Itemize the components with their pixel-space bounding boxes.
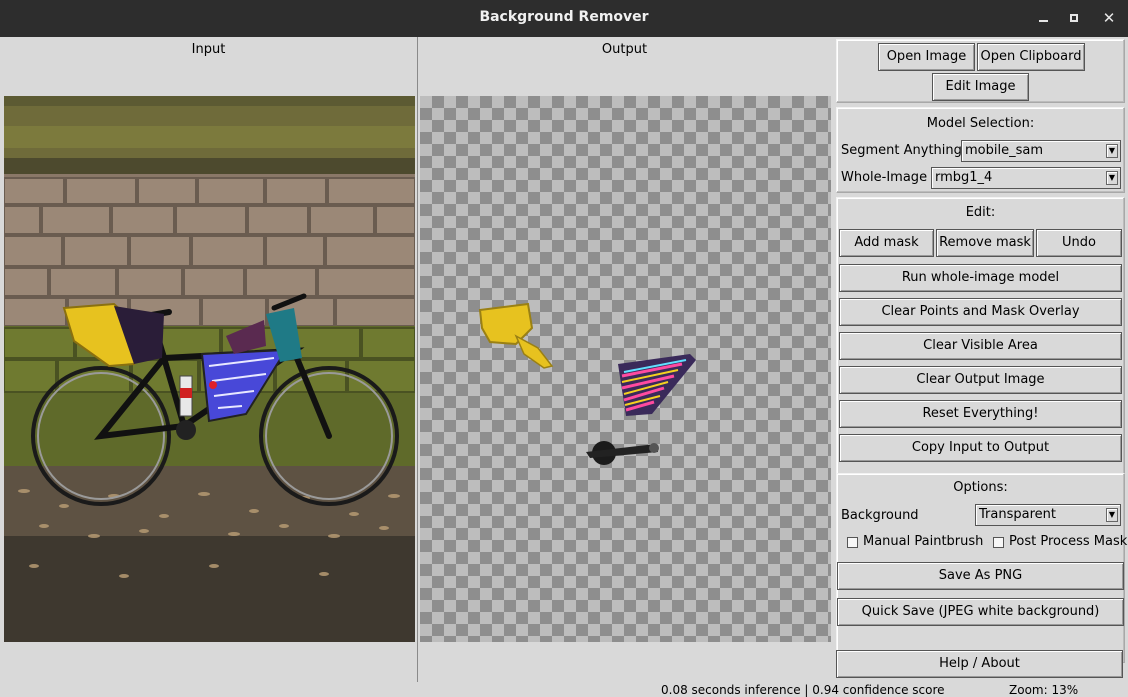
background-value: Transparent bbox=[979, 507, 1056, 522]
background-label: Background bbox=[841, 508, 919, 523]
options-group: Options: Background Transparent ▼ Manual… bbox=[836, 473, 1128, 663]
open-image-button[interactable]: Open Image bbox=[878, 43, 975, 71]
clear-visible-area-button[interactable]: Clear Visible Area bbox=[839, 332, 1122, 360]
undo-button[interactable]: Undo bbox=[1036, 229, 1122, 257]
input-photo bbox=[4, 96, 415, 642]
control-panel: Open Image Open Clipboard Edit Image Mod… bbox=[834, 37, 1128, 682]
whole-image-label: Whole-Image bbox=[841, 170, 928, 185]
segment-anything-label: Segment Anything bbox=[841, 143, 962, 158]
point-marker bbox=[209, 381, 217, 389]
inference-status: 0.08 seconds inference | 0.94 confidence… bbox=[661, 683, 945, 697]
model-selection-group: Model Selection: Segment Anything mobile… bbox=[836, 107, 1125, 193]
post-process-mask-checkbox[interactable] bbox=[993, 537, 1004, 548]
close-button[interactable]: ✕ bbox=[1099, 8, 1119, 28]
edit-heading: Edit: bbox=[965, 205, 996, 220]
add-mask-button[interactable]: Add mask bbox=[839, 229, 934, 257]
open-clipboard-button[interactable]: Open Clipboard bbox=[977, 43, 1085, 71]
copy-input-to-output-button[interactable]: Copy Input to Output bbox=[839, 434, 1122, 462]
edit-image-button[interactable]: Edit Image bbox=[932, 73, 1029, 101]
manual-paintbrush-checkbox[interactable] bbox=[847, 537, 858, 548]
reset-everything-button[interactable]: Reset Everything! bbox=[839, 400, 1122, 428]
close-icon: ✕ bbox=[1102, 9, 1116, 27]
manual-paintbrush-label: Manual Paintbrush bbox=[863, 534, 984, 549]
segment-anything-value: mobile_sam bbox=[965, 143, 1043, 158]
output-label: Output bbox=[601, 42, 648, 57]
save-as-png-button[interactable]: Save As PNG bbox=[837, 562, 1124, 590]
app-body: Input Output Open Image Open Clipboard E… bbox=[0, 37, 1128, 697]
zoom-level: Zoom: 13% bbox=[1009, 683, 1079, 697]
options-heading: Options: bbox=[953, 480, 1008, 495]
chevron-down-icon: ▼ bbox=[1106, 144, 1118, 158]
help-about-button[interactable]: Help / About bbox=[836, 650, 1123, 678]
minimize-icon bbox=[1039, 20, 1048, 22]
input-pane: Input bbox=[2, 37, 415, 682]
output-pane: Output bbox=[417, 37, 831, 682]
input-image-canvas[interactable] bbox=[4, 96, 415, 642]
chevron-down-icon: ▼ bbox=[1106, 508, 1118, 522]
minimize-button[interactable] bbox=[1034, 8, 1054, 28]
maximize-button[interactable] bbox=[1064, 8, 1084, 28]
chevron-down-icon: ▼ bbox=[1106, 171, 1118, 185]
title-bar: Background Remover ✕ bbox=[0, 0, 1128, 37]
window-title: Background Remover bbox=[479, 9, 649, 25]
whole-image-value: rmbg1_4 bbox=[935, 170, 993, 185]
clear-points-button[interactable]: Clear Points and Mask Overlay bbox=[839, 298, 1122, 326]
segment-anything-select[interactable]: mobile_sam ▼ bbox=[961, 140, 1121, 162]
output-image-canvas[interactable] bbox=[420, 96, 831, 642]
whole-image-select[interactable]: rmbg1_4 ▼ bbox=[931, 167, 1121, 189]
quick-save-button[interactable]: Quick Save (JPEG white background) bbox=[837, 598, 1124, 626]
output-cutout bbox=[478, 302, 696, 465]
maximize-icon bbox=[1070, 14, 1078, 22]
input-label: Input bbox=[191, 42, 226, 57]
background-select[interactable]: Transparent ▼ bbox=[975, 504, 1121, 526]
run-whole-image-button[interactable]: Run whole-image model bbox=[839, 264, 1122, 292]
remove-mask-button[interactable]: Remove mask bbox=[936, 229, 1034, 257]
model-selection-heading: Model Selection: bbox=[926, 116, 1035, 131]
post-process-mask-label: Post Process Mask bbox=[1009, 534, 1128, 549]
edit-group: Edit: Add mask Remove mask Undo Run whol… bbox=[836, 197, 1125, 475]
clear-output-button[interactable]: Clear Output Image bbox=[839, 366, 1122, 394]
file-group: Open Image Open Clipboard Edit Image bbox=[836, 39, 1125, 103]
